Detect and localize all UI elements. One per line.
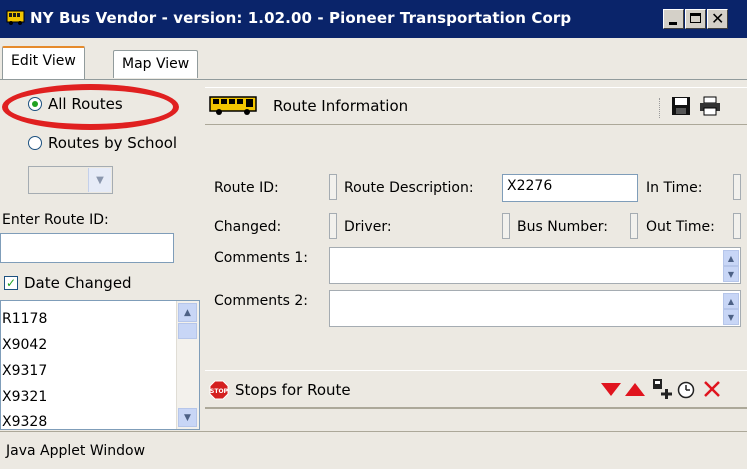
changed-field[interactable] (329, 213, 337, 239)
route-id-field[interactable] (329, 174, 337, 200)
route-id-input[interactable] (0, 233, 174, 263)
checkmark-icon: ✓ (4, 276, 18, 290)
routes-by-school-radio[interactable]: Routes by School (28, 134, 177, 152)
svg-text:STOP: STOP (210, 388, 229, 395)
tab-edit-view[interactable]: Edit View (2, 46, 85, 80)
route-id-field-label: Route ID: (214, 180, 279, 196)
date-changed-label: Date Changed (24, 274, 132, 292)
list-item[interactable]: R1178 (2, 311, 47, 327)
close-icon: ✕ (711, 9, 725, 28)
route-description-label: Route Description: (344, 180, 474, 196)
move-down-icon[interactable] (601, 383, 621, 397)
tab-map-view[interactable]: Map View (113, 50, 199, 78)
all-routes-label: All Routes (48, 95, 123, 113)
route-description-input[interactable]: X2276 (502, 174, 638, 202)
date-changed-checkbox[interactable]: ✓ Date Changed (4, 274, 132, 292)
out-time-label: Out Time: (646, 219, 715, 235)
scroll-down-icon[interactable]: ▼ (723, 309, 739, 325)
bus-number-label: Bus Number: (517, 219, 608, 235)
maximize-icon (690, 13, 701, 23)
stops-list-area[interactable] (205, 408, 747, 430)
changed-label: Changed: (214, 219, 282, 235)
list-item[interactable]: X9317 (2, 363, 47, 379)
scroll-down-icon[interactable]: ▼ (178, 408, 197, 427)
close-button[interactable]: ✕ (707, 9, 728, 29)
driver-label: Driver: (344, 219, 392, 235)
status-bar: Java Applet Window (0, 431, 747, 469)
scroll-down-icon[interactable]: ▼ (723, 266, 739, 282)
minimize-button[interactable] (663, 9, 684, 29)
in-time-label: In Time: (646, 180, 703, 196)
list-item[interactable]: X9042 (2, 337, 47, 353)
scroll-up-icon[interactable]: ▲ (723, 293, 739, 309)
all-routes-radio[interactable]: All Routes (28, 95, 123, 113)
list-item[interactable]: X9321 (2, 389, 47, 405)
route-detail-panel: Route Information Route ID: Route Descri… (205, 80, 747, 430)
route-info-header: Route Information (205, 87, 747, 125)
stops-header: STOP Stops for Route (205, 370, 747, 408)
radio-unselected-icon (28, 136, 42, 150)
route-id-label: Enter Route ID: (2, 212, 109, 228)
comments1-label: Comments 1: (214, 250, 308, 266)
route-list-scrollbar[interactable]: ▲ ▼ (176, 301, 199, 429)
window-title: NY Bus Vendor - version: 1.02.00 - Pione… (30, 9, 572, 27)
in-time-field[interactable] (733, 174, 741, 200)
add-stop-icon[interactable] (651, 378, 673, 400)
bus-app-icon (6, 9, 26, 31)
scroll-up-icon[interactable]: ▲ (723, 250, 739, 266)
scroll-up-icon[interactable]: ▲ (178, 303, 197, 322)
toolbar-separator (659, 98, 661, 118)
comments2-input[interactable]: ▲ ▼ (329, 290, 741, 327)
maximize-button[interactable] (685, 9, 706, 29)
driver-field[interactable] (502, 213, 510, 239)
comments1-input[interactable]: ▲ ▼ (329, 247, 741, 284)
route-filter-panel: All Routes Routes by School ▼ Enter Rout… (0, 80, 205, 430)
app-window: NY Bus Vendor - version: 1.02.00 - Pione… (0, 0, 747, 469)
tab-strip: Edit View Map View (0, 38, 747, 80)
route-info-title: Route Information (273, 97, 409, 115)
routes-by-school-label: Routes by School (48, 134, 178, 152)
move-up-icon[interactable] (625, 383, 645, 397)
scroll-thumb[interactable] (178, 323, 197, 339)
school-select[interactable]: ▼ (28, 166, 113, 194)
print-icon[interactable] (699, 96, 721, 116)
chevron-down-icon[interactable]: ▼ (88, 168, 111, 192)
stops-title: Stops for Route (235, 381, 351, 399)
list-item[interactable]: X9328 (2, 414, 47, 429)
minimize-icon (669, 22, 677, 25)
route-list[interactable]: R1178 X9042 X9317 X9321 X9328 ▲ ▼ (0, 300, 200, 430)
radio-selected-icon (28, 97, 42, 111)
bus-icon (209, 95, 259, 117)
comments2-label: Comments 2: (214, 293, 308, 309)
delete-icon[interactable] (703, 380, 721, 398)
out-time-field[interactable] (733, 213, 741, 239)
stop-sign-icon: STOP (209, 380, 229, 400)
status-text: Java Applet Window (6, 443, 146, 459)
bus-number-field[interactable] (630, 213, 638, 239)
clock-icon[interactable] (677, 381, 695, 399)
save-icon[interactable] (671, 96, 691, 116)
title-bar[interactable]: NY Bus Vendor - version: 1.02.00 - Pione… (0, 0, 747, 38)
